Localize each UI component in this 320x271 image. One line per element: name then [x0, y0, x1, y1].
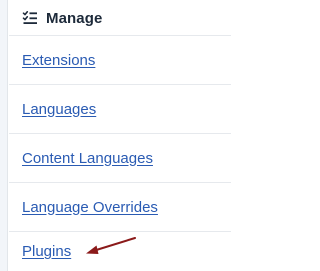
menu-item-language-overrides: Language Overrides	[9, 182, 231, 231]
menu-header: Manage	[0, 0, 231, 36]
menu-item-extensions: Extensions	[9, 35, 231, 84]
plugins-link[interactable]: Plugins	[22, 243, 71, 260]
manage-menu-panel: Manage Extensions Languages Content Lang…	[0, 0, 231, 271]
menu-item-content-languages: Content Languages	[9, 133, 231, 182]
checklist-icon	[22, 10, 38, 26]
languages-link[interactable]: Languages	[22, 101, 96, 118]
arrow-annotation-icon	[86, 237, 136, 254]
content-languages-link[interactable]: Content Languages	[22, 150, 153, 167]
language-overrides-link[interactable]: Language Overrides	[22, 199, 158, 216]
menu-left-rule	[0, 0, 8, 271]
extensions-link[interactable]: Extensions	[22, 52, 95, 69]
menu-title: Manage	[46, 9, 103, 27]
menu-item-languages: Languages	[9, 84, 231, 133]
